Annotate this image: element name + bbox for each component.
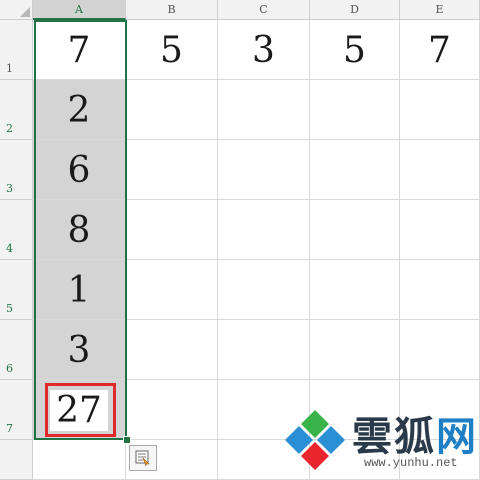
cell-a7-value: 27: [50, 390, 108, 431]
row-header-2[interactable]: 2: [0, 80, 33, 140]
quick-analysis-button[interactable]: [129, 445, 157, 471]
cell-e4[interactable]: [400, 200, 480, 260]
cell-e3[interactable]: [400, 140, 480, 200]
cell-b1[interactable]: 5: [126, 20, 218, 80]
row-header-3[interactable]: 3: [0, 140, 33, 200]
cell-a4[interactable]: 8: [33, 200, 126, 260]
cell-c1[interactable]: 3: [218, 20, 310, 80]
cell-e2[interactable]: [400, 80, 480, 140]
cell-c8[interactable]: [218, 440, 310, 480]
cell-d6[interactable]: [310, 320, 400, 380]
column-header-b[interactable]: B: [126, 0, 218, 20]
cell-e7[interactable]: [400, 380, 480, 440]
column-header-c[interactable]: C: [218, 0, 310, 20]
cell-e5[interactable]: [400, 260, 480, 320]
cell-a3[interactable]: 6: [33, 140, 126, 200]
cell-d4[interactable]: [310, 200, 400, 260]
row-header-5[interactable]: 5: [0, 260, 33, 320]
quick-analysis-icon: [135, 450, 150, 467]
row-header-1[interactable]: 1: [0, 20, 33, 80]
cell-c4[interactable]: [218, 200, 310, 260]
column-header-a[interactable]: A: [33, 0, 126, 20]
cell-c5[interactable]: [218, 260, 310, 320]
cell-e1[interactable]: 7: [400, 20, 480, 80]
cell-b2[interactable]: [126, 80, 218, 140]
cell-d3[interactable]: [310, 140, 400, 200]
cell-e6[interactable]: [400, 320, 480, 380]
fill-handle[interactable]: [123, 436, 131, 444]
cell-a2[interactable]: 2: [33, 80, 126, 140]
cell-a5[interactable]: 1: [33, 260, 126, 320]
cell-c6[interactable]: [218, 320, 310, 380]
row-header-7[interactable]: 7: [0, 380, 33, 440]
cell-e8[interactable]: [400, 440, 480, 480]
cell-d8[interactable]: [310, 440, 400, 480]
cell-c7[interactable]: [218, 380, 310, 440]
cell-c2[interactable]: [218, 80, 310, 140]
column-header-e[interactable]: E: [400, 0, 480, 20]
cell-d2[interactable]: [310, 80, 400, 140]
cell-b7[interactable]: [126, 380, 218, 440]
select-all-triangle-icon: [20, 7, 30, 17]
cell-d7[interactable]: [310, 380, 400, 440]
row-header-6[interactable]: 6: [0, 320, 33, 380]
cell-b3[interactable]: [126, 140, 218, 200]
cell-d5[interactable]: [310, 260, 400, 320]
row-header-8[interactable]: [0, 440, 33, 480]
cell-a1[interactable]: 7: [33, 20, 126, 80]
cell-a8[interactable]: [33, 440, 126, 480]
cell-c3[interactable]: [218, 140, 310, 200]
column-header-d[interactable]: D: [310, 0, 400, 20]
cell-b6[interactable]: [126, 320, 218, 380]
cell-a7[interactable]: 27: [33, 380, 126, 440]
cell-d1[interactable]: 5: [310, 20, 400, 80]
select-all-corner[interactable]: [0, 0, 33, 20]
cell-a6[interactable]: 3: [33, 320, 126, 380]
row-header-4[interactable]: 4: [0, 200, 33, 260]
cell-b4[interactable]: [126, 200, 218, 260]
cell-b5[interactable]: [126, 260, 218, 320]
